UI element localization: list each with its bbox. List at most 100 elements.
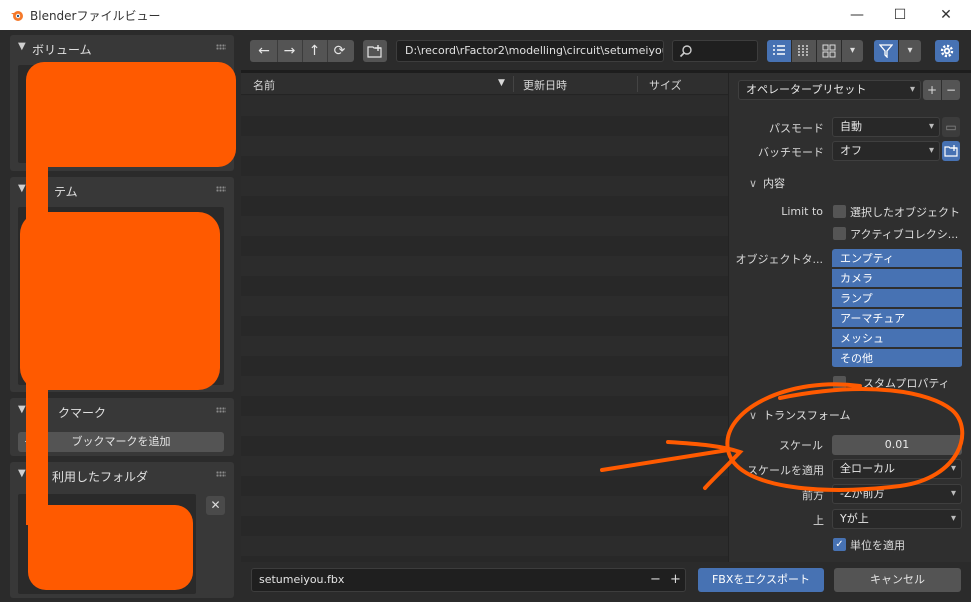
object-type-empty-toggle[interactable]: エンプティ bbox=[832, 249, 962, 268]
display-mode-group: ▾ bbox=[767, 40, 863, 62]
remove-preset-button[interactable]: − bbox=[942, 80, 960, 100]
system-title: テム bbox=[54, 185, 78, 199]
filter-toggle-button[interactable] bbox=[874, 40, 898, 62]
cancel-button[interactable]: キャンセル bbox=[834, 568, 961, 592]
search-icon bbox=[679, 45, 692, 58]
object-type-other-toggle[interactable]: その他 bbox=[832, 349, 962, 368]
custom-properties-label: スタムプロパティ bbox=[863, 377, 950, 390]
object-type-camera-toggle[interactable]: カメラ bbox=[832, 269, 962, 288]
minimize-button[interactable]: — bbox=[842, 4, 872, 26]
path-mode-label: パスモード bbox=[769, 122, 824, 135]
system-panel-header[interactable]: ▼ テム bbox=[10, 177, 234, 203]
chevron-down-icon: ▾ bbox=[909, 84, 915, 95]
chevron-down-icon: ▼ bbox=[18, 183, 26, 194]
file-rows[interactable] bbox=[241, 96, 728, 562]
apply-scale-row: スケールを適用 全ローカル ▾ bbox=[729, 459, 971, 481]
volumes-panel: ▼ ボリューム bbox=[10, 35, 234, 171]
apply-scale-dropdown[interactable]: 全ローカル ▾ bbox=[832, 459, 962, 479]
drag-grip-icon[interactable] bbox=[216, 186, 226, 192]
refresh-button[interactable]: ⟳ bbox=[327, 40, 351, 62]
search-input[interactable] bbox=[672, 40, 758, 62]
transform-section-header[interactable]: ∨ トランスフォーム bbox=[749, 407, 851, 423]
batch-mode-row: バッチモード オフ ▾ bbox=[729, 141, 971, 163]
filter-funnel-icon bbox=[878, 44, 894, 59]
new-folder-button[interactable] bbox=[363, 40, 387, 62]
path-mode-dropdown[interactable]: 自動 ▾ bbox=[832, 117, 940, 137]
vertical-list-view-button[interactable] bbox=[767, 40, 791, 62]
chevron-down-icon: ▾ bbox=[928, 145, 934, 156]
forward-axis-value: -Zが前方 bbox=[840, 487, 885, 500]
batch-mode-dropdown[interactable]: オフ ▾ bbox=[832, 141, 940, 161]
up-axis-dropdown[interactable]: Yが上 ▾ bbox=[832, 509, 962, 529]
forward-axis-dropdown[interactable]: -Zが前方 ▾ bbox=[832, 484, 962, 504]
plus-icon: + bbox=[24, 435, 34, 448]
preset-row: オペレータープリセット ▾ + − bbox=[729, 80, 971, 102]
up-axis-row: 上 Yが上 ▾ bbox=[729, 509, 971, 531]
object-type-lamp-toggle[interactable]: ランプ bbox=[832, 289, 962, 308]
object-type-mesh-toggle[interactable]: メッシュ bbox=[832, 329, 962, 348]
add-bookmark-button[interactable]: + ブックマークを追加 bbox=[18, 432, 224, 452]
drag-grip-icon[interactable] bbox=[216, 44, 226, 50]
batch-own-dir-toggle[interactable] bbox=[942, 141, 960, 161]
increment-filename-button[interactable]: + bbox=[670, 569, 681, 591]
date-column-header[interactable]: 更新日時 bbox=[523, 77, 567, 93]
recent-folders-title: 利用したフォルダ bbox=[52, 470, 149, 484]
drag-grip-icon[interactable] bbox=[216, 407, 226, 413]
selected-objects-checkbox[interactable] bbox=[833, 205, 846, 218]
selected-objects-label: 選択したオブジェクト bbox=[850, 206, 960, 219]
clear-recent-button[interactable]: ✕ bbox=[206, 496, 225, 515]
decrement-filename-button[interactable]: − bbox=[650, 569, 661, 591]
volumes-list[interactable] bbox=[18, 65, 226, 163]
back-button[interactable]: ← bbox=[252, 40, 276, 62]
contents-section-header[interactable]: ∨ 内容 bbox=[749, 175, 785, 191]
recent-folders-header[interactable]: ▼ 利用したフォルダ bbox=[10, 462, 234, 488]
apply-unit-checkbox[interactable]: ✓ bbox=[833, 538, 846, 551]
chevron-down-icon: ▼ bbox=[18, 468, 26, 479]
object-type-armature-toggle[interactable]: アーマチュア bbox=[832, 309, 962, 328]
sort-descending-icon[interactable]: ▼ bbox=[498, 78, 505, 88]
column-divider[interactable] bbox=[513, 76, 514, 92]
chevron-down-icon: ▾ bbox=[928, 121, 934, 132]
horizontal-list-icon bbox=[798, 45, 808, 56]
custom-properties-checkbox[interactable] bbox=[833, 376, 846, 389]
volumes-panel-header[interactable]: ▼ ボリューム bbox=[10, 35, 234, 61]
apply-scale-label: スケールを適用 bbox=[747, 464, 824, 477]
gear-icon bbox=[940, 44, 954, 58]
bottom-bar: setumeiyou.fbx − + FBXをエクスポート キャンセル bbox=[241, 562, 971, 602]
scale-field[interactable]: 0.01 bbox=[832, 435, 962, 455]
file-list[interactable]: 名前 ▼ 更新日時 サイズ bbox=[241, 73, 728, 562]
column-divider[interactable] bbox=[637, 76, 638, 92]
filter-settings-dropdown[interactable]: ▾ bbox=[899, 40, 921, 62]
parent-directory-button[interactable]: ↑ bbox=[302, 40, 326, 62]
chevron-down-icon: ∨ bbox=[749, 177, 758, 190]
filter-group: ▾ bbox=[874, 40, 926, 62]
recent-folders-list[interactable] bbox=[18, 494, 196, 594]
system-list[interactable] bbox=[18, 207, 224, 385]
forward-button[interactable]: → bbox=[277, 40, 301, 62]
horizontal-list-view-button[interactable] bbox=[792, 40, 816, 62]
drag-grip-icon[interactable] bbox=[216, 471, 226, 477]
add-preset-button[interactable]: + bbox=[923, 80, 941, 100]
forward-axis-row: 前方 -Zが前方 ▾ bbox=[729, 484, 971, 506]
maximize-button[interactable]: ☐ bbox=[885, 4, 915, 26]
list-view-icon bbox=[773, 45, 785, 55]
blender-logo-icon bbox=[11, 11, 23, 21]
active-collection-checkbox[interactable] bbox=[833, 227, 846, 240]
options-region-toggle[interactable] bbox=[935, 40, 959, 62]
export-fbx-button[interactable]: FBXをエクスポート bbox=[698, 568, 824, 592]
object-types-label: オブジェクトタ... bbox=[735, 253, 824, 266]
display-settings-dropdown[interactable]: ▾ bbox=[842, 40, 863, 62]
filename-input[interactable]: setumeiyou.fbx − + bbox=[251, 568, 686, 592]
operator-preset-dropdown[interactable]: オペレータープリセット ▾ bbox=[738, 80, 921, 100]
up-axis-label: 上 bbox=[813, 514, 824, 527]
system-panel: ▼ テム bbox=[10, 177, 234, 392]
bookmarks-panel-header[interactable]: ▼ クマーク bbox=[10, 398, 234, 424]
embed-textures-toggle[interactable]: ▭ bbox=[942, 117, 960, 137]
directory-path-input[interactable]: D:\record\rFactor2\modelling\circuit\set… bbox=[396, 40, 664, 62]
size-column-header[interactable]: サイズ bbox=[649, 77, 682, 93]
thumbnail-view-button[interactable] bbox=[817, 40, 841, 62]
close-window-button[interactable]: ✕ bbox=[931, 4, 961, 26]
bookmarks-panel: ▼ クマーク + ブックマークを追加 bbox=[10, 398, 234, 456]
name-column-header[interactable]: 名前 bbox=[253, 77, 275, 93]
thumbnails-icon bbox=[822, 44, 836, 58]
